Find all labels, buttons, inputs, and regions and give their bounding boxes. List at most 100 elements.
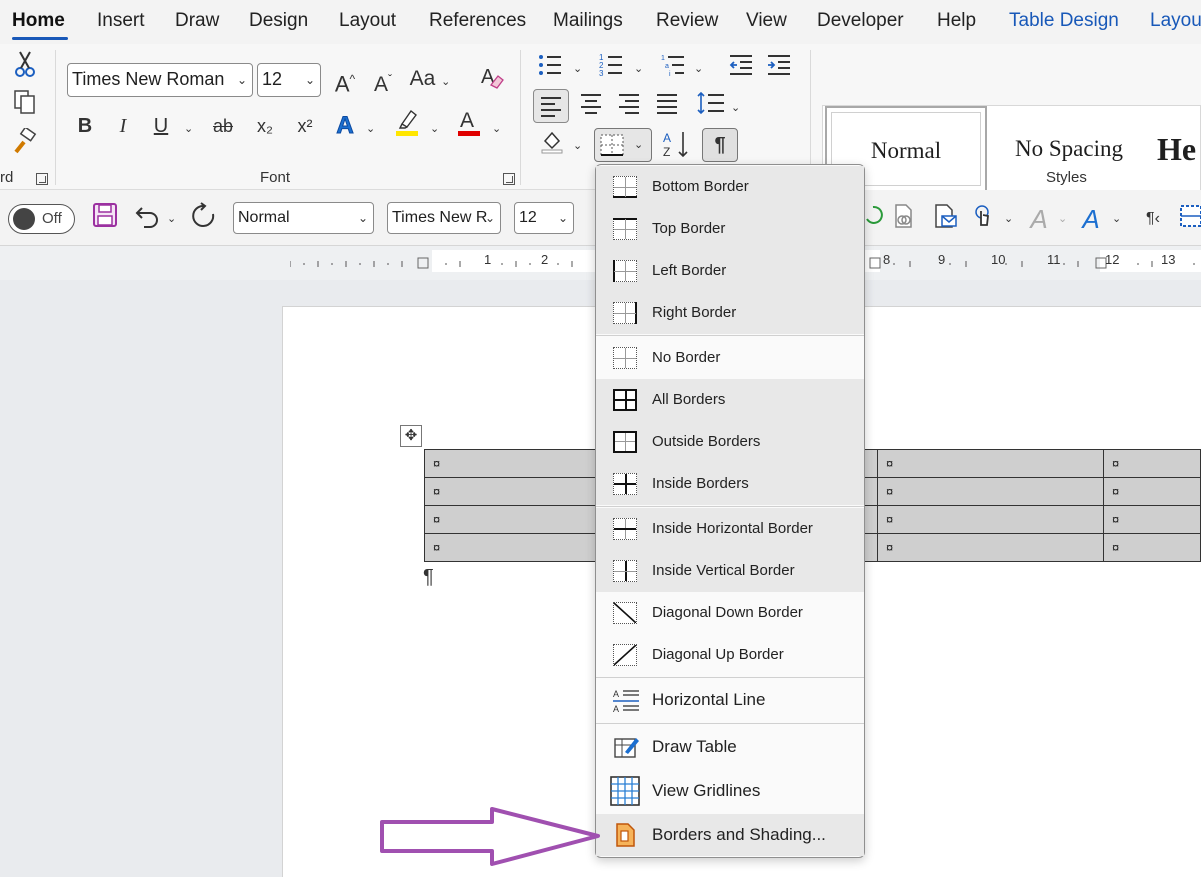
tab-draw[interactable]: Draw: [175, 10, 219, 32]
tab-layout[interactable]: Layout: [339, 10, 396, 32]
rtl-paragraph-icon[interactable]: ¶‹: [1136, 203, 1170, 235]
menu-item-inside-vertical-border[interactable]: Inside Vertical Border: [596, 550, 864, 592]
justify-icon[interactable]: [650, 91, 684, 123]
borders-button[interactable]: ⌄: [594, 128, 652, 162]
highlight-dropdown-icon[interactable]: ⌄: [430, 122, 439, 135]
tab-table-design[interactable]: Table Design: [1009, 10, 1119, 32]
menu-item-horizontal-line[interactable]: AA Horizontal Line: [596, 679, 864, 721]
menu-item-diagonal-down-border[interactable]: Diagonal Down Border: [596, 592, 864, 634]
tab-help[interactable]: Help: [937, 10, 976, 32]
line-spacing-dropdown-icon[interactable]: ⌄: [731, 101, 740, 114]
font-launcher-icon[interactable]: [503, 173, 515, 185]
copy-icon[interactable]: [8, 89, 42, 121]
clipboard-launcher-icon[interactable]: [36, 173, 48, 185]
italic-button[interactable]: I: [106, 110, 140, 142]
menu-item-no-border[interactable]: No Border: [596, 337, 864, 379]
format-painter-icon[interactable]: [8, 126, 42, 160]
tab-insert[interactable]: Insert: [97, 10, 145, 32]
increase-indent-icon[interactable]: [762, 52, 796, 84]
align-center-icon[interactable]: [574, 91, 608, 123]
menu-item-inside-horizontal-border[interactable]: Inside Horizontal Border: [596, 508, 864, 550]
ink-gray-dropdown-icon[interactable]: ⌄: [1058, 212, 1067, 225]
superscript-button[interactable]: x²: [288, 110, 322, 142]
menu-item-top-border[interactable]: Top Border: [596, 208, 864, 250]
underline-dropdown-icon[interactable]: ⌄: [184, 122, 193, 135]
font-name-select[interactable]: Times New Roman ⌄: [67, 63, 253, 97]
table-cell[interactable]: ¤: [877, 533, 1104, 562]
tab-mailings[interactable]: Mailings: [553, 10, 623, 32]
font-color-icon[interactable]: A: [452, 106, 486, 138]
multilevel-dropdown-icon[interactable]: ⌄: [694, 62, 703, 75]
save-icon[interactable]: [88, 202, 122, 234]
subscript-button[interactable]: x₂: [248, 110, 282, 142]
numbering-dropdown-icon[interactable]: ⌄: [634, 62, 643, 75]
shrink-font-button[interactable]: Aˇ: [366, 63, 400, 96]
table-cell[interactable]: ¤: [877, 449, 1104, 478]
menu-item-all-borders[interactable]: All Borders: [596, 379, 864, 421]
tab-design[interactable]: Design: [249, 10, 308, 32]
bold-button[interactable]: B: [68, 110, 102, 142]
cut-icon[interactable]: [8, 50, 42, 82]
font-color-dropdown-icon[interactable]: ⌄: [492, 122, 501, 135]
line-spacing-icon[interactable]: [694, 91, 728, 123]
undo-icon[interactable]: [130, 202, 164, 234]
numbering-icon[interactable]: 123: [594, 52, 628, 84]
grow-font-button[interactable]: A^: [328, 63, 362, 96]
sort-icon[interactable]: AZ: [660, 129, 694, 161]
text-effects-dropdown-icon[interactable]: ⌄: [366, 122, 375, 135]
align-left-button[interactable]: [533, 89, 569, 123]
strikethrough-button[interactable]: ab: [206, 110, 240, 142]
table-cell[interactable]: ¤: [1103, 449, 1201, 478]
tab-developer[interactable]: Developer: [817, 10, 904, 32]
style-quick-select[interactable]: Normal ⌄: [233, 202, 374, 234]
touch-mode-icon[interactable]: [966, 203, 1000, 235]
decrease-indent-icon[interactable]: [724, 52, 758, 84]
table-move-handle-icon[interactable]: ✥: [400, 425, 422, 447]
table-cell[interactable]: ¤: [1103, 505, 1201, 534]
bullets-dropdown-icon[interactable]: ⌄: [573, 62, 582, 75]
shading-dropdown-icon[interactable]: ⌄: [573, 139, 582, 152]
show-formatting-marks-button[interactable]: ¶: [702, 128, 738, 162]
ink-pen-blue-icon[interactable]: A: [1074, 203, 1108, 235]
bullets-icon[interactable]: [533, 52, 567, 84]
autosave-toggle[interactable]: Off: [8, 204, 75, 234]
ink-pen-gray-icon[interactable]: A: [1022, 203, 1056, 235]
text-effects-button[interactable]: A: [328, 110, 362, 142]
tab-table-layout[interactable]: Layou: [1150, 10, 1201, 32]
style-heading-tile[interactable]: He: [1153, 106, 1201, 192]
touch-dropdown-icon[interactable]: ⌄: [1004, 212, 1013, 225]
menu-item-diagonal-up-border[interactable]: Diagonal Up Border: [596, 634, 864, 676]
multilevel-list-icon[interactable]: 1ai: [656, 52, 690, 84]
highlight-icon[interactable]: [390, 106, 424, 138]
menu-item-borders-and-shading[interactable]: Borders and Shading...: [596, 814, 864, 856]
table-cell[interactable]: ¤: [877, 477, 1104, 506]
redo-icon[interactable]: [187, 202, 221, 234]
tab-review[interactable]: Review: [656, 10, 718, 32]
size-quick-select[interactable]: 12 ⌄: [514, 202, 574, 234]
font-quick-select[interactable]: Times New R ⌄: [387, 202, 501, 234]
tab-view[interactable]: View: [746, 10, 787, 32]
font-size-select[interactable]: 12 ⌄: [257, 63, 321, 97]
change-case-button[interactable]: Aa ⌄: [408, 63, 452, 95]
mail-merge-icon[interactable]: [928, 203, 962, 235]
menu-item-view-gridlines[interactable]: View Gridlines: [596, 770, 864, 812]
undo-dropdown-icon[interactable]: ⌄: [167, 212, 176, 225]
align-right-icon[interactable]: [612, 91, 646, 123]
menu-item-bottom-border[interactable]: Bottom Border: [596, 166, 864, 208]
table-select-icon[interactable]: [1174, 203, 1201, 235]
styles-gallery[interactable]: Normal No Spacing He: [822, 105, 1201, 193]
table-cell[interactable]: ¤: [1103, 533, 1201, 562]
menu-item-draw-table[interactable]: Draw Table: [596, 726, 864, 768]
shading-icon[interactable]: [535, 129, 569, 161]
link-doc-icon[interactable]: [886, 203, 920, 235]
tab-home[interactable]: Home: [12, 10, 65, 32]
underline-button[interactable]: U: [144, 110, 178, 142]
clear-formatting-icon[interactable]: A: [474, 63, 508, 95]
menu-item-left-border[interactable]: Left Border: [596, 250, 864, 292]
menu-item-outside-borders[interactable]: Outside Borders: [596, 421, 864, 463]
tab-references[interactable]: References: [429, 10, 526, 32]
table-cell[interactable]: ¤: [877, 505, 1104, 534]
table-cell[interactable]: ¤: [1103, 477, 1201, 506]
menu-item-right-border[interactable]: Right Border: [596, 292, 864, 334]
menu-item-inside-borders[interactable]: Inside Borders: [596, 463, 864, 505]
